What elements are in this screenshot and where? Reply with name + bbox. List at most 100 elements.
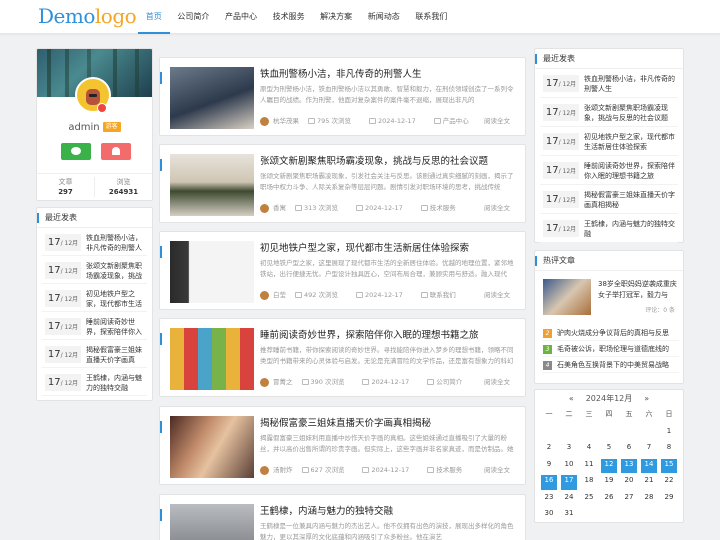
category[interactable]: 技术服务: [420, 204, 465, 212]
author[interactable]: 白莹: [273, 291, 286, 299]
category-text[interactable]: 公司简介: [436, 378, 462, 386]
category-text[interactable]: 产品中心: [443, 117, 469, 125]
list-item[interactable]: 17/ 12月 王鹤棣，内涵与魅力的独特交融: [540, 214, 678, 243]
calendar-day[interactable]: 5: [601, 442, 617, 457]
calendar-day[interactable]: 20: [621, 475, 637, 490]
calendar-day[interactable]: 2: [541, 442, 557, 457]
calendar-day[interactable]: 25: [581, 492, 597, 507]
calendar-day[interactable]: 30: [541, 508, 557, 523]
list-item[interactable]: 17/ 12月 揭秘假富豪三姐妹直播天价字画真相揭秘: [540, 185, 678, 214]
article-title[interactable]: 铁血刑警杨小洁，非凡传奇的刑警人生: [260, 66, 520, 80]
read-more-link[interactable]: 阅读全文: [484, 115, 510, 125]
list-item-title[interactable]: 王鹤棣，内涵与魅力的独特交融: [86, 373, 148, 393]
calendar-day[interactable]: 26: [601, 492, 617, 507]
category[interactable]: 公司简介: [427, 378, 471, 386]
list-item-title[interactable]: 张颂文新剧聚焦职场霸凌现象，挑战与反思的社会议题: [584, 103, 680, 123]
calendar-day[interactable]: 22: [661, 475, 677, 490]
calendar-day[interactable]: 16: [541, 475, 557, 490]
article-thumbnail[interactable]: [170, 504, 254, 540]
list-item-title[interactable]: 铁血刑警杨小洁，非凡传奇的刑警人: [86, 233, 148, 253]
calendar-day[interactable]: 7: [641, 442, 657, 457]
list-item-title[interactable]: 张颂文新剧聚焦职场霸凌现象，挑战: [86, 261, 148, 281]
nav-tech-service[interactable]: 技术服务: [265, 0, 313, 34]
list-item[interactable]: 17/ 12月 铁血刑警杨小洁，非凡传奇的刑警人: [42, 228, 147, 256]
nav-news[interactable]: 新闻动态: [360, 0, 408, 34]
article-title[interactable]: 初见地铁户型之家，现代都市生活新居住体验探索: [260, 240, 520, 254]
read-more-link[interactable]: 阅读全文: [484, 464, 510, 474]
list-item-title[interactable]: 石美角色互换背景下的中美贸易战略: [557, 361, 669, 369]
read-more-link[interactable]: 阅读全文: [484, 202, 510, 212]
list-item[interactable]: 17/ 12月 揭秘假富豪三姐妹直播天价字画真: [42, 340, 147, 368]
list-item-title[interactable]: 睡前阅读奇妙世界，探索陪伴你入: [86, 317, 148, 337]
calendar-day[interactable]: 18: [581, 475, 597, 490]
author[interactable]: 杭华茂果: [273, 117, 299, 125]
list-item[interactable]: 17/ 12月 初见地铁户型之家，现代都市生活新居住体验探索: [540, 127, 678, 156]
list-item[interactable]: 17/ 12月 张颂文新剧聚焦职场霸凌现象，挑战: [42, 256, 147, 284]
list-item[interactable]: 3 毛奇被公诉，职场伦理与道德底线的: [543, 341, 679, 357]
list-item[interactable]: 2 驴肉火烧成分争议背后的真相与反思: [543, 325, 679, 341]
calendar-day[interactable]: 31: [561, 508, 577, 523]
calendar-day[interactable]: 28: [641, 492, 657, 507]
author[interactable]: 汤耐炸: [273, 466, 293, 474]
category-text[interactable]: 技术服务: [430, 204, 456, 212]
category[interactable]: 产品中心: [433, 117, 478, 125]
article-thumbnail[interactable]: [170, 154, 254, 216]
article-title[interactable]: 揭秘假富豪三姐妹直播天价字画真相揭秘: [260, 415, 520, 429]
hot-top-thumbnail[interactable]: [543, 279, 591, 315]
calendar-day[interactable]: 19: [601, 475, 617, 490]
list-item[interactable]: 17/ 12月 睡前阅读奇妙世界，探索陪伴你入眠的理想书籍之旅: [540, 156, 678, 185]
calendar-day[interactable]: 15: [661, 458, 677, 473]
list-item-title[interactable]: 王鹤棣，内涵与魅力的独特交融: [584, 219, 680, 239]
list-item-title[interactable]: 毛奇被公诉，职场伦理与道德底线的: [557, 345, 669, 353]
list-item[interactable]: 17/ 12月 铁血刑警杨小洁，非凡传奇的刑警人生: [540, 69, 678, 98]
nav-contact[interactable]: 联系我们: [408, 0, 456, 34]
list-item-title[interactable]: 驴肉火烧成分争议背后的真相与反思: [557, 329, 669, 337]
notify-button[interactable]: [101, 143, 131, 160]
category-text[interactable]: 技术服务: [436, 466, 462, 474]
calendar-day[interactable]: 24: [561, 492, 577, 507]
article-thumbnail[interactable]: [170, 241, 254, 303]
calendar-day[interactable]: 13: [621, 458, 637, 473]
list-item[interactable]: 4 石美角色互换背景下的中美贸易战略: [543, 357, 679, 373]
calendar-day[interactable]: 21: [641, 475, 657, 490]
list-item-title[interactable]: 初见地铁户型之家，现代都市生活新居住体验探索: [584, 132, 680, 152]
article-thumbnail[interactable]: [170, 67, 254, 129]
calendar-day[interactable]: 14: [641, 458, 657, 473]
list-item-title[interactable]: 揭秘假富豪三姐妹直播天价字画真相揭秘: [584, 190, 680, 210]
calendar-day[interactable]: 10: [561, 459, 577, 474]
list-item[interactable]: 17/ 12月 张颂文新剧聚焦职场霸凌现象，挑战与反思的社会议题: [540, 98, 678, 127]
category-text[interactable]: 联系我们: [430, 291, 456, 299]
calendar-day[interactable]: 12: [601, 458, 617, 473]
nav-products[interactable]: 产品中心: [217, 0, 265, 34]
category[interactable]: 技术服务: [427, 466, 471, 474]
nav-home[interactable]: 首页: [138, 0, 170, 34]
list-item[interactable]: 17/ 12月 王鹤棣，内涵与魅力的独特交融: [42, 368, 147, 396]
list-item-title[interactable]: 揭秘假富豪三姐妹直播天价字画真: [86, 345, 148, 365]
wechat-button[interactable]: [61, 143, 91, 160]
calendar-day[interactable]: 6: [621, 442, 637, 457]
calendar-day[interactable]: 23: [541, 492, 557, 507]
calendar-day[interactable]: 3: [561, 442, 577, 457]
calendar-day[interactable]: 17: [561, 475, 577, 490]
calendar-day[interactable]: 29: [661, 492, 677, 507]
hot-top-title[interactable]: 38岁全职妈妈逆袭成重庆女子举打冠军，毅力与: [598, 279, 680, 301]
author[interactable]: 香寓: [273, 204, 286, 212]
list-item[interactable]: 17/ 12月 初见地铁户型之家，现代都市生活: [42, 284, 147, 312]
calendar-day[interactable]: 27: [621, 492, 637, 507]
author[interactable]: 冒菁之: [273, 378, 293, 386]
article-thumbnail[interactable]: [170, 328, 254, 390]
list-item-title[interactable]: 铁血刑警杨小洁，非凡传奇的刑警人生: [584, 74, 680, 94]
next-month-button[interactable]: »: [644, 394, 649, 403]
read-more-link[interactable]: 阅读全文: [484, 289, 510, 299]
site-logo[interactable]: Demologo: [38, 4, 137, 28]
article-thumbnail[interactable]: [170, 416, 254, 478]
nav-solutions[interactable]: 解决方案: [312, 0, 360, 34]
article-title[interactable]: 王鹤棣，内涵与魅力的独特交融: [260, 503, 520, 517]
calendar-day[interactable]: 11: [581, 459, 597, 474]
calendar-day[interactable]: 9: [541, 459, 557, 474]
calendar-day[interactable]: 1: [661, 426, 677, 441]
prev-month-button[interactable]: «: [569, 394, 574, 403]
article-title[interactable]: 张颂文新剧聚焦职场霸凌现象，挑战与反思的社会议题: [260, 153, 520, 167]
list-item-title[interactable]: 初见地铁户型之家，现代都市生活: [86, 289, 148, 309]
list-item[interactable]: 17/ 12月 睡前阅读奇妙世界，探索陪伴你入: [42, 312, 147, 340]
